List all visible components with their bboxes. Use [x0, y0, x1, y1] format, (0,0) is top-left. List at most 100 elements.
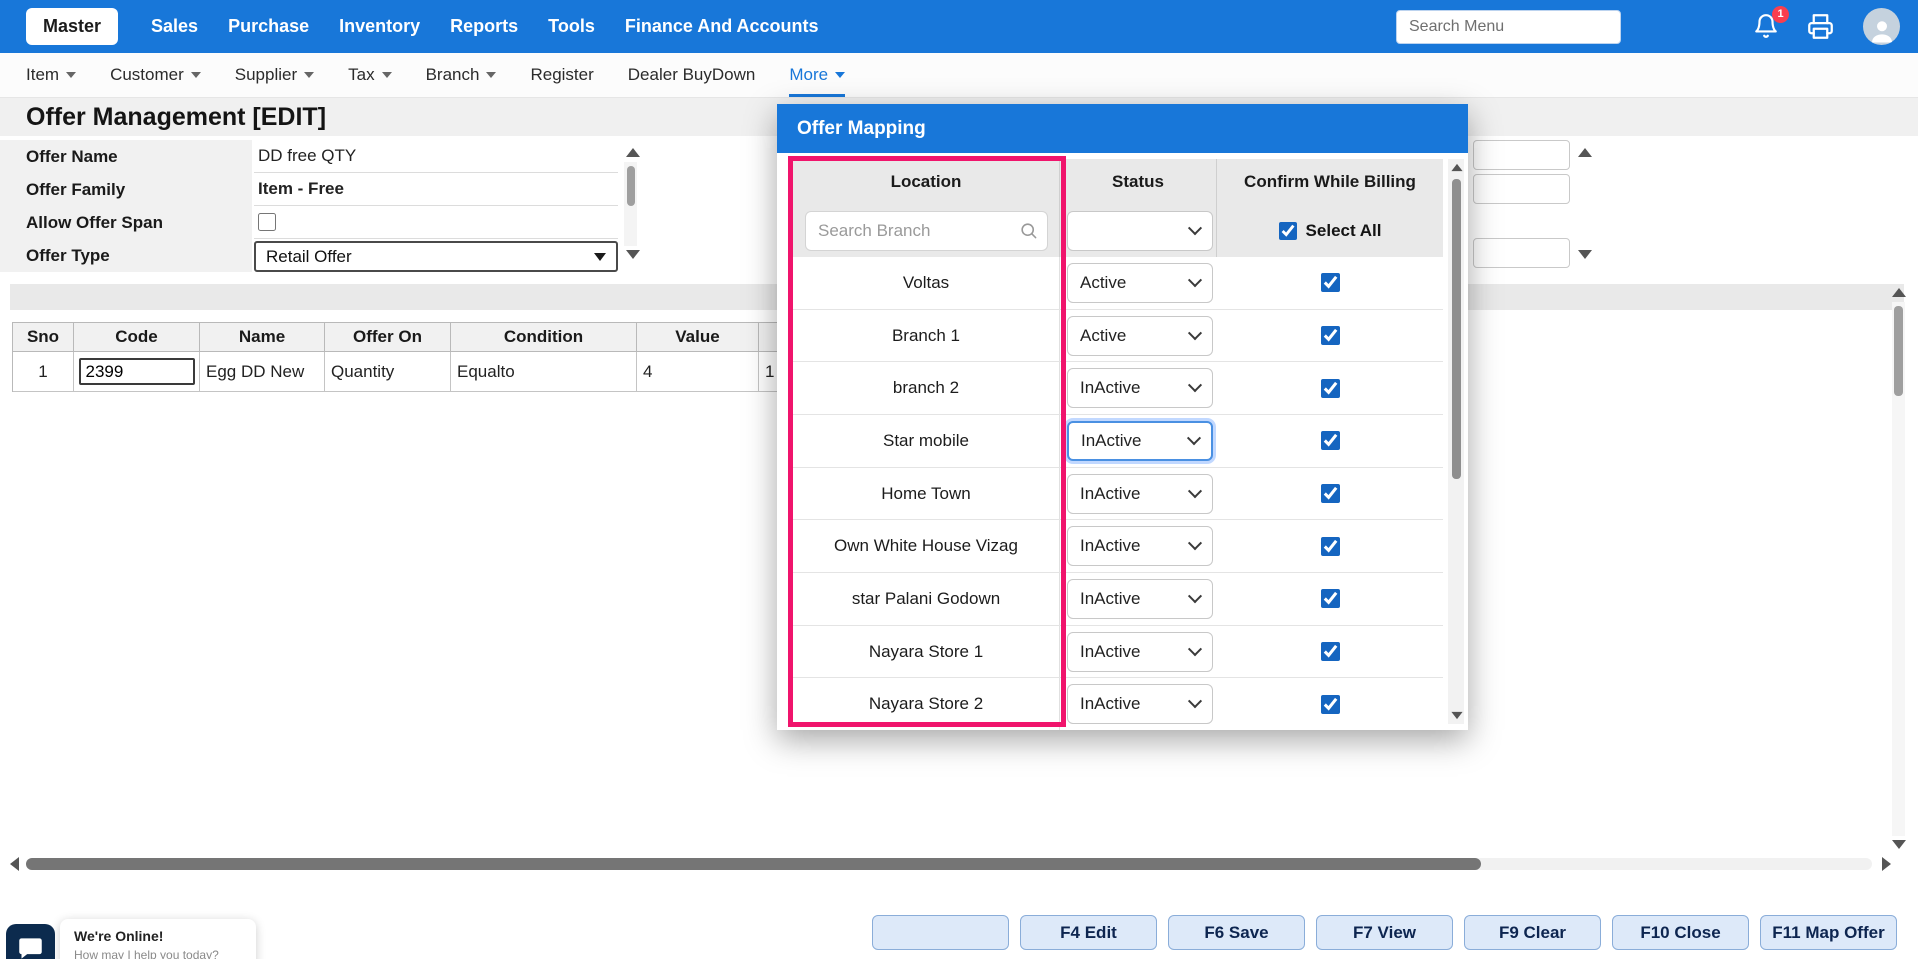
allow-offer-span-label: Allow Offer Span — [0, 206, 252, 239]
f9-clear-button[interactable]: F9 Clear — [1464, 915, 1601, 950]
topnav-item-sales[interactable]: Sales — [136, 16, 213, 37]
location-row: branch 2 InActive — [793, 362, 1443, 415]
cell-offer-on: Quantity — [325, 352, 451, 392]
search-icon — [1019, 221, 1038, 240]
menubar-item-more[interactable]: More — [789, 53, 845, 97]
form-scrollbar-thumb[interactable] — [627, 166, 635, 206]
offer-family-field[interactable]: Item - Free — [254, 173, 618, 206]
menubar-item-label: Register — [530, 65, 593, 85]
status-select[interactable]: InActive — [1067, 526, 1213, 566]
offer-type-select[interactable]: Retail Offer — [254, 241, 618, 272]
chevron-down-icon — [1188, 326, 1202, 340]
status-select[interactable]: Active — [1067, 316, 1213, 356]
location-rows: Voltas Active Branch 1 Active branch 2 I… — [793, 257, 1443, 730]
billing-checkbox[interactable] — [1321, 537, 1340, 556]
page-scrollbar-thumb[interactable] — [1894, 306, 1903, 396]
chevron-down-icon — [1188, 484, 1202, 498]
chevron-down-icon — [1188, 694, 1202, 708]
right-form-field[interactable] — [1473, 174, 1570, 204]
arrow-left-icon[interactable] — [10, 857, 19, 871]
arrow-down-icon[interactable] — [1451, 712, 1462, 719]
status-select[interactable]: InActive — [1067, 368, 1213, 408]
f11-map-offer-button[interactable]: F11 Map Offer — [1760, 915, 1897, 950]
branch-search-box — [805, 211, 1048, 251]
topnav-item-reports[interactable]: Reports — [435, 16, 533, 37]
billing-checkbox[interactable] — [1321, 326, 1340, 345]
right-form-field[interactable] — [1473, 238, 1570, 268]
select-all-checkbox[interactable] — [1279, 222, 1297, 240]
menubar-item-branch[interactable]: Branch — [426, 53, 497, 97]
location-name: Home Town — [793, 468, 1060, 520]
offer-conditions-table: Sno Code Name Offer On Condition Value 1… — [12, 322, 909, 392]
modal-scrollbar-track[interactable] — [1448, 159, 1464, 724]
topnav-item-master[interactable]: Master — [26, 8, 118, 45]
arrow-up-icon[interactable] — [1451, 164, 1462, 171]
topnav-item-finance[interactable]: Finance And Accounts — [610, 16, 834, 37]
cell-condition: Equalto — [451, 352, 637, 392]
billing-checkbox[interactable] — [1321, 379, 1340, 398]
offer-mapping-modal: Offer Mapping Location Status Confirm Wh… — [777, 104, 1468, 730]
menubar-item-customer[interactable]: Customer — [110, 53, 201, 97]
code-input[interactable] — [79, 358, 195, 385]
status-select[interactable]: InActive — [1067, 579, 1213, 619]
arrow-right-icon[interactable] — [1882, 857, 1891, 871]
offer-family-label: Offer Family — [0, 173, 252, 206]
user-avatar[interactable] — [1863, 8, 1900, 45]
arrow-down-icon[interactable] — [626, 250, 640, 259]
location-name: branch 2 — [793, 362, 1060, 414]
status-filter-select[interactable] — [1067, 211, 1213, 251]
offer-type-value: Retail Offer — [266, 247, 352, 267]
hscrollbar-thumb[interactable] — [26, 858, 1481, 870]
search-branch-input[interactable] — [805, 211, 1048, 251]
bell-icon[interactable]: 1 — [1753, 13, 1781, 41]
search-menu-input[interactable] — [1396, 10, 1621, 44]
f4-edit-button[interactable]: F4 Edit — [1020, 915, 1157, 950]
modal-scrollbar-thumb[interactable] — [1452, 179, 1461, 479]
topnav-item-tools[interactable]: Tools — [533, 16, 610, 37]
f10-close-button[interactable]: F10 Close — [1612, 915, 1749, 950]
arrow-up-icon[interactable] — [626, 148, 640, 157]
menubar-item-register[interactable]: Register — [530, 53, 593, 97]
f6-save-button[interactable]: F6 Save — [1168, 915, 1305, 950]
footer-button-empty[interactable] — [872, 915, 1009, 950]
location-row: Nayara Store 2 InActive — [793, 678, 1443, 730]
billing-checkbox[interactable] — [1321, 589, 1340, 608]
billing-checkbox[interactable] — [1321, 431, 1340, 450]
status-select-focused[interactable]: InActive — [1067, 421, 1213, 461]
menubar-item-item[interactable]: Item — [26, 53, 76, 97]
menubar-item-supplier[interactable]: Supplier — [235, 53, 314, 97]
arrow-up-icon[interactable] — [1892, 288, 1906, 297]
modal-col-status: Status — [1060, 159, 1217, 205]
location-name: Branch 1 — [793, 310, 1060, 362]
status-select[interactable]: InActive — [1067, 474, 1213, 514]
status-select[interactable]: Active — [1067, 263, 1213, 303]
arrow-down-icon[interactable] — [1892, 840, 1906, 849]
caret-down-icon — [486, 72, 496, 78]
status-select[interactable]: InActive — [1067, 684, 1213, 724]
topnav-item-inventory[interactable]: Inventory — [324, 16, 435, 37]
chat-status-card[interactable]: We're Online! How may I help you today? — [60, 919, 256, 959]
menubar: Item Customer Supplier Tax Branch Regist… — [0, 53, 1918, 98]
menubar-item-dealer-buydown[interactable]: Dealer BuyDown — [628, 53, 756, 97]
f7-view-button[interactable]: F7 View — [1316, 915, 1453, 950]
col-header-code: Code — [74, 323, 200, 352]
offer-name-field[interactable]: DD free QTY — [254, 140, 618, 173]
status-value: InActive — [1080, 536, 1140, 556]
arrow-up-icon[interactable] — [1578, 148, 1592, 157]
billing-checkbox[interactable] — [1321, 642, 1340, 661]
printer-icon[interactable] — [1807, 13, 1835, 41]
billing-checkbox[interactable] — [1321, 484, 1340, 503]
caret-down-icon — [835, 72, 845, 78]
status-select[interactable]: InActive — [1067, 632, 1213, 672]
location-row: Own White House Vizag InActive — [793, 520, 1443, 573]
allow-offer-span-checkbox[interactable] — [258, 213, 276, 231]
billing-checkbox[interactable] — [1321, 695, 1340, 714]
arrow-down-icon[interactable] — [1578, 250, 1592, 259]
chat-icon[interactable] — [6, 924, 55, 959]
topnav-item-purchase[interactable]: Purchase — [213, 16, 324, 37]
billing-checkbox[interactable] — [1321, 273, 1340, 292]
menubar-item-tax[interactable]: Tax — [348, 53, 391, 97]
topnav-right-cluster: 1 — [1396, 8, 1918, 45]
location-row: Nayara Store 1 InActive — [793, 626, 1443, 679]
right-form-field[interactable] — [1473, 140, 1570, 170]
